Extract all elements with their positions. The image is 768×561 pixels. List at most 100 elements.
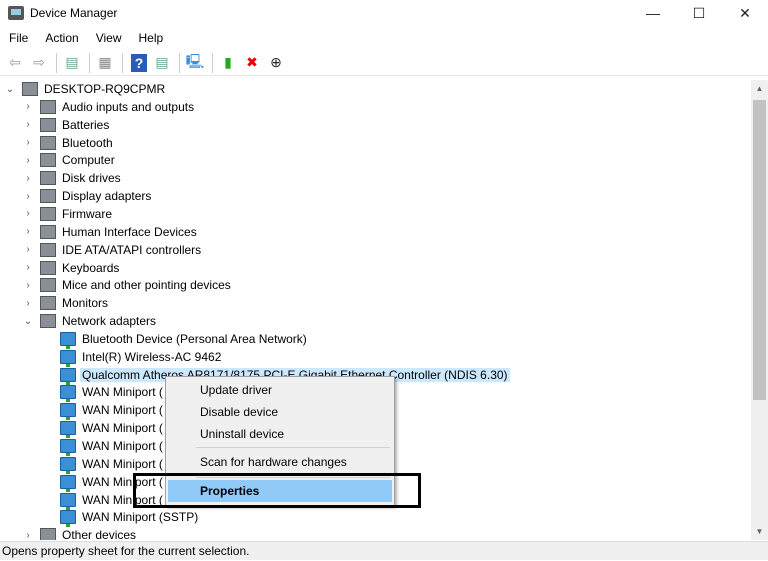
- menu-bar: File Action View Help: [0, 28, 171, 48]
- vertical-scrollbar[interactable]: ▲ ▼: [751, 80, 768, 540]
- network-adapter-item[interactable]: Bluetooth Device (Personal Area Network): [42, 330, 309, 349]
- device-category-icon: [40, 296, 56, 311]
- device-category-icon: [40, 278, 56, 293]
- toolbar: ⇦ ⇨ ▤ ▦? ▤ 🖳 ▮ ✖ ⊕: [0, 50, 768, 76]
- menu-item-update-driver[interactable]: Update driver: [168, 379, 392, 401]
- expand-chevron-icon[interactable]: ›: [22, 262, 34, 273]
- show-action-pane-icon[interactable]: ▤: [151, 52, 173, 74]
- network-adapter-icon: [60, 367, 76, 385]
- collapse-chevron-icon[interactable]: ⌄: [4, 84, 16, 95]
- network-adapter-item[interactable]: WAN Miniport (: [42, 455, 165, 474]
- menu-item-uninstall-device[interactable]: Uninstall device: [168, 423, 392, 445]
- network-adapter-item[interactable]: Intel(R) Wireless-AC 9462: [42, 348, 223, 367]
- tree-category[interactable]: ⌄ Network adapters: [22, 312, 158, 330]
- expand-chevron-icon[interactable]: ›: [22, 298, 34, 309]
- highlight-box: [133, 473, 421, 508]
- tree-item-label: Computer: [62, 153, 115, 168]
- tree-item-label: Keyboards: [62, 260, 120, 275]
- expand-chevron-icon[interactable]: ›: [22, 244, 34, 255]
- menu-item-disable-device[interactable]: Disable device: [168, 401, 392, 423]
- expand-chevron-icon[interactable]: ›: [22, 155, 34, 166]
- properties-icon[interactable]: ▦: [94, 52, 116, 74]
- network-adapter-item[interactable]: WAN Miniport (SSTP): [42, 508, 200, 528]
- collapse-chevron-icon[interactable]: ⌄: [22, 316, 34, 327]
- network-adapter-icon: [60, 403, 76, 421]
- show-hide-console-tree-icon[interactable]: ▤: [61, 52, 83, 74]
- maximize-button[interactable]: ☐: [676, 0, 722, 26]
- tree-item-label: WAN Miniport (: [82, 385, 163, 400]
- network-adapter-icon: [60, 421, 76, 439]
- menu-action[interactable]: Action: [36, 28, 86, 48]
- network-adapter-icon: [60, 439, 76, 456]
- network-adapter-item[interactable]: WAN Miniport (: [42, 383, 165, 403]
- tree-item-label: Batteries: [62, 117, 110, 132]
- menu-file[interactable]: File: [0, 28, 36, 48]
- network-adapter-icon: [60, 385, 76, 403]
- uninstall-icon[interactable]: ✖: [241, 52, 263, 74]
- menu-item-scan-hardware[interactable]: Scan for hardware changes: [168, 451, 392, 473]
- tree-item-label: WAN Miniport (: [82, 421, 163, 436]
- tree-root-computer[interactable]: ⌄ DESKTOP-RQ9CPMR: [4, 80, 167, 98]
- tree-item-label: Other devices: [62, 528, 137, 540]
- tree-item-label: IDE ATA/ATAPI controllers: [62, 242, 202, 257]
- tree-category[interactable]: › Computer: [22, 151, 117, 169]
- expand-chevron-icon[interactable]: ›: [22, 101, 34, 112]
- device-category-icon: [40, 242, 56, 257]
- back-icon[interactable]: ⇦: [4, 52, 26, 74]
- tree-item-label: DESKTOP-RQ9CPMR: [44, 82, 166, 96]
- scroll-down-arrow-icon[interactable]: ▼: [751, 523, 768, 540]
- forward-icon[interactable]: ⇨: [28, 52, 50, 74]
- download-icon[interactable]: ⊕: [265, 52, 287, 74]
- network-adapter-item[interactable]: WAN Miniport (: [42, 437, 165, 456]
- menu-view[interactable]: View: [87, 28, 130, 48]
- menu-separator: [196, 447, 390, 448]
- update-driver-icon[interactable]: ▮: [217, 52, 239, 74]
- expand-chevron-icon[interactable]: ›: [22, 137, 34, 148]
- menu-help[interactable]: Help: [130, 28, 172, 48]
- expand-chevron-icon[interactable]: ›: [22, 530, 34, 540]
- help-icon[interactable]: ?: [131, 53, 147, 72]
- tree-category[interactable]: › Firmware: [22, 205, 114, 223]
- tree-item-label: Firmware: [62, 206, 112, 221]
- network-adapter-icon: [60, 510, 76, 528]
- device-category-icon: [40, 260, 56, 275]
- tree-category[interactable]: › Keyboards: [22, 259, 121, 277]
- network-adapter-icon: [60, 331, 76, 349]
- close-button[interactable]: ✕: [722, 0, 768, 26]
- tree-category[interactable]: › Display adapters: [22, 187, 153, 205]
- tree-category[interactable]: › Monitors: [22, 294, 110, 312]
- tree-item-label: Bluetooth Device (Personal Area Network): [82, 331, 307, 346]
- window-title: Device Manager: [30, 6, 118, 20]
- expand-chevron-icon[interactable]: ›: [22, 119, 34, 130]
- device-category-icon: [40, 135, 56, 150]
- network-adapter-item[interactable]: WAN Miniport (: [42, 401, 165, 421]
- scroll-up-arrow-icon[interactable]: ▲: [751, 80, 768, 97]
- expand-chevron-icon[interactable]: ›: [22, 191, 34, 202]
- device-category-icon: [40, 99, 56, 114]
- tree-item-label: WAN Miniport (: [82, 403, 163, 418]
- expand-chevron-icon[interactable]: ›: [22, 226, 34, 237]
- tree-category[interactable]: › Batteries: [22, 116, 111, 134]
- network-adapter-item[interactable]: WAN Miniport (: [42, 419, 165, 439]
- tree-item-label: Mice and other pointing devices: [62, 278, 231, 293]
- scan-hardware-icon[interactable]: 🖳: [184, 52, 206, 74]
- tree-category[interactable]: › Audio inputs and outputs: [22, 98, 196, 116]
- device-category-icon: [40, 171, 56, 186]
- tree-category[interactable]: › Mice and other pointing devices: [22, 276, 233, 294]
- tree-category[interactable]: › IDE ATA/ATAPI controllers: [22, 241, 203, 259]
- device-category-icon: [22, 82, 38, 96]
- tree-category[interactable]: › Other devices: [22, 526, 138, 540]
- expand-chevron-icon[interactable]: ›: [22, 280, 34, 291]
- tree-category[interactable]: › Disk drives: [22, 169, 123, 187]
- minimize-button[interactable]: —: [630, 0, 676, 26]
- network-adapter-icon: [60, 492, 76, 510]
- device-category-icon: [40, 153, 56, 168]
- expand-chevron-icon[interactable]: ›: [22, 173, 34, 184]
- scrollbar-thumb[interactable]: [753, 100, 766, 400]
- toolbar-separator: [122, 52, 123, 73]
- device-category-icon: [40, 117, 56, 132]
- tree-category[interactable]: › Bluetooth: [22, 134, 115, 152]
- toolbar-separator: [89, 52, 90, 73]
- tree-category[interactable]: › Human Interface Devices: [22, 223, 199, 241]
- expand-chevron-icon[interactable]: ›: [22, 208, 34, 219]
